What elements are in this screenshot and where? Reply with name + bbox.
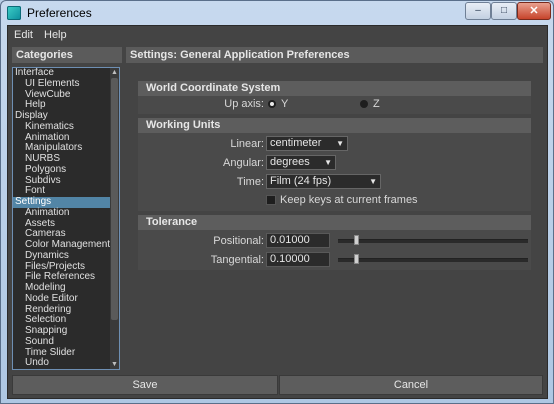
- category-item[interactable]: Sound: [13, 336, 119, 348]
- maximize-icon: □: [500, 5, 508, 16]
- categories-items: Interface UI Elements ViewCube Help Display K…: [13, 68, 119, 369]
- time-label: Time:: [236, 176, 264, 188]
- chevron-down-icon: ▼: [336, 139, 344, 148]
- section-tolerance[interactable]: Tolerance: [138, 215, 531, 230]
- angular-label: Angular:: [223, 157, 264, 169]
- menu-bar: Edit Help: [8, 26, 547, 44]
- world-coordinate-body: Up axis: Y Z: [138, 96, 531, 114]
- menu-edit[interactable]: Edit: [14, 29, 33, 41]
- positional-field[interactable]: 0.01000: [266, 233, 330, 248]
- client-area: Edit Help Categories Settings: General A…: [7, 25, 548, 399]
- tolerance-body: Positional: 0.01000 Tangential: 0.10000: [138, 230, 531, 270]
- maximize-button[interactable]: □: [491, 2, 517, 20]
- up-axis-label: Up axis:: [224, 98, 264, 110]
- scroll-down-icon[interactable]: ▼: [110, 360, 119, 369]
- tangential-slider-handle[interactable]: [353, 254, 359, 264]
- linear-value: centimeter: [270, 137, 322, 149]
- category-item[interactable]: Node Editor: [13, 293, 119, 305]
- chevron-down-icon: ▼: [369, 177, 377, 186]
- cancel-button[interactable]: Cancel: [279, 375, 543, 395]
- window-title: Preferences: [27, 6, 92, 20]
- close-icon: ✕: [529, 4, 539, 17]
- close-button[interactable]: ✕: [517, 2, 551, 20]
- time-dropdown[interactable]: Film (24 fps) ▼: [266, 174, 381, 189]
- chevron-down-icon: ▼: [324, 158, 332, 167]
- category-item[interactable]: Undo: [13, 357, 119, 369]
- radio-z[interactable]: [360, 100, 368, 108]
- category-item[interactable]: Kinematics: [13, 121, 119, 133]
- save-button[interactable]: Save: [12, 375, 278, 395]
- minimize-icon: –: [475, 5, 481, 16]
- tangential-label: Tangential:: [210, 254, 264, 266]
- radio-y-label: Y: [281, 98, 289, 110]
- settings-header: Settings: General Application Preference…: [126, 47, 543, 63]
- angular-value: degrees: [270, 156, 310, 168]
- keep-keys-label: Keep keys at current frames: [280, 194, 418, 206]
- radio-z-label: Z: [373, 98, 380, 110]
- working-units-body: Linear: centimeter ▼ Angular: degrees ▼ …: [138, 133, 531, 211]
- scroll-thumb[interactable]: [111, 78, 118, 320]
- positional-slider[interactable]: [338, 239, 528, 243]
- category-item[interactable]: Dynamics: [13, 250, 119, 262]
- preferences-window: Preferences – □ ✕ Edit Help Categories S…: [0, 0, 554, 404]
- menu-help[interactable]: Help: [44, 29, 67, 41]
- section-working-units[interactable]: Working Units: [138, 118, 531, 133]
- section-world-coordinate[interactable]: World Coordinate System: [138, 81, 531, 96]
- positional-slider-handle[interactable]: [353, 235, 359, 245]
- category-item[interactable]: UI Elements: [13, 78, 119, 90]
- scroll-up-icon[interactable]: ▲: [110, 68, 119, 77]
- keep-keys-checkbox[interactable]: [266, 195, 276, 205]
- angular-dropdown[interactable]: degrees ▼: [266, 155, 336, 170]
- category-item[interactable]: Polygons: [13, 164, 119, 176]
- categories-scrollbar[interactable]: ▲ ▼: [110, 68, 119, 369]
- app-icon: [7, 6, 21, 20]
- category-item[interactable]: Animation: [13, 207, 119, 219]
- tangential-field[interactable]: 0.10000: [266, 252, 330, 267]
- settings-panel: World Coordinate System Up axis: Y Z Wor…: [126, 67, 543, 370]
- linear-label: Linear:: [230, 138, 264, 150]
- linear-dropdown[interactable]: centimeter ▼: [266, 136, 348, 151]
- time-value: Film (24 fps): [270, 175, 332, 187]
- radio-y[interactable]: [268, 100, 276, 108]
- positional-label: Positional:: [213, 235, 264, 247]
- minimize-button[interactable]: –: [465, 2, 491, 20]
- categories-list[interactable]: Interface UI Elements ViewCube Help Display K…: [12, 67, 120, 370]
- tangential-slider[interactable]: [338, 258, 528, 262]
- title-bar[interactable]: Preferences – □ ✕: [1, 1, 553, 25]
- categories-header: Categories: [12, 47, 122, 63]
